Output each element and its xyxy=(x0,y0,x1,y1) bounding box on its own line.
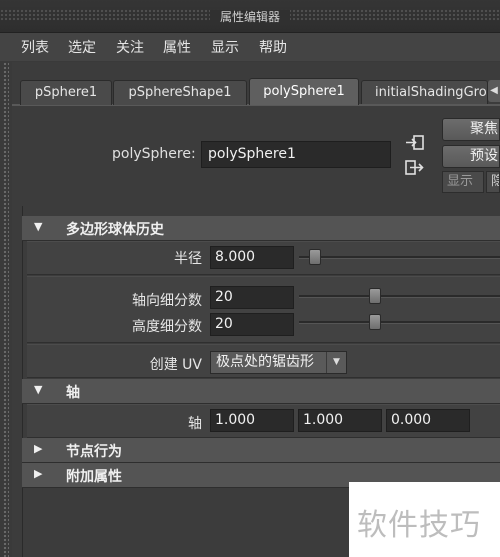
input-connection-icon[interactable] xyxy=(404,134,426,152)
radius-slider-track[interactable] xyxy=(299,256,500,259)
tab-polysphere1[interactable]: polySphere1 xyxy=(249,78,359,105)
menu-select[interactable]: 选定 xyxy=(68,37,96,57)
presets-button[interactable]: 预设 xyxy=(442,145,500,168)
expand-arrow-icon: ▶ xyxy=(34,442,43,455)
radius-slider-handle[interactable] xyxy=(308,249,321,265)
axis-y-field[interactable]: 1.000 xyxy=(298,409,382,432)
subdiv-axis-field[interactable]: 20 xyxy=(210,286,294,309)
hide-button[interactable]: 隐藏 xyxy=(486,171,500,193)
axis-z-field[interactable]: 0.000 xyxy=(386,409,470,432)
section-axis-header[interactable]: ▼ 轴 xyxy=(22,379,500,404)
collapse-arrow-icon: ▼ xyxy=(34,220,43,233)
subdiv-height-label: 高度细分数 xyxy=(132,319,202,335)
output-connection-icon[interactable] xyxy=(404,159,426,177)
watermark-text: 软件技巧 xyxy=(357,508,481,543)
radius-field[interactable]: 8.000 xyxy=(210,246,294,269)
subdiv-height-slider-track[interactable] xyxy=(299,321,500,324)
window-title: 属性编辑器 xyxy=(209,10,290,24)
menu-display[interactable]: 显示 xyxy=(211,37,239,57)
tab-psphere1[interactable]: pSphere1 xyxy=(20,80,112,105)
chevron-down-icon: ▼ xyxy=(326,352,346,373)
section-node-behavior-header[interactable]: ▶ 节点行为 xyxy=(22,438,500,463)
create-uv-label: 创建 UV xyxy=(149,357,202,373)
node-name-field[interactable]: polySphere1 xyxy=(201,141,391,168)
tab-scroll-left-icon[interactable]: ◀ xyxy=(488,80,500,102)
show-button[interactable]: 显示 xyxy=(442,171,484,193)
title-bar: 属性编辑器 xyxy=(0,0,500,33)
create-uv-value: 极点处的锯齿形 xyxy=(216,354,314,370)
subdiv-axis-label: 轴向细分数 xyxy=(132,293,202,309)
section-history-header[interactable]: ▼ 多边形球体历史 xyxy=(22,216,500,241)
menu-attributes[interactable]: 属性 xyxy=(163,37,191,57)
menu-focus[interactable]: 关注 xyxy=(116,37,144,57)
menu-bar: 列表 选定 关注 属性 显示 帮助 xyxy=(0,33,500,61)
subdiv-height-field[interactable]: 20 xyxy=(210,313,294,336)
radius-label: 半径 xyxy=(174,251,202,267)
section-extra-attrs-title: 附加属性 xyxy=(66,469,122,485)
collapse-arrow-icon: ▼ xyxy=(34,383,43,396)
section-history-title: 多边形球体历史 xyxy=(66,222,164,238)
create-uv-dropdown[interactable]: 极点处的锯齿形 ▼ xyxy=(210,351,347,374)
section-axis-title: 轴 xyxy=(66,385,80,401)
subdiv-axis-slider-track[interactable] xyxy=(299,295,500,298)
expand-arrow-icon: ▶ xyxy=(34,467,43,480)
menu-list[interactable]: 列表 xyxy=(21,37,49,57)
tab-initialshadinggroup[interactable]: initialShadingGroup xyxy=(361,80,488,104)
subdiv-axis-slider-handle[interactable] xyxy=(369,288,382,304)
menu-help[interactable]: 帮助 xyxy=(259,37,287,57)
axis-label: 轴 xyxy=(188,416,202,432)
axis-x-field[interactable]: 1.000 xyxy=(210,409,294,432)
subdiv-height-slider-handle[interactable] xyxy=(369,314,382,330)
node-type-label: polySphere: xyxy=(112,146,196,162)
section-node-behavior-title: 节点行为 xyxy=(66,444,122,460)
dock-grip[interactable] xyxy=(3,62,9,557)
focus-button[interactable]: 聚焦 xyxy=(442,118,500,141)
tab-psphereshape1[interactable]: pSphereShape1 xyxy=(113,80,247,105)
